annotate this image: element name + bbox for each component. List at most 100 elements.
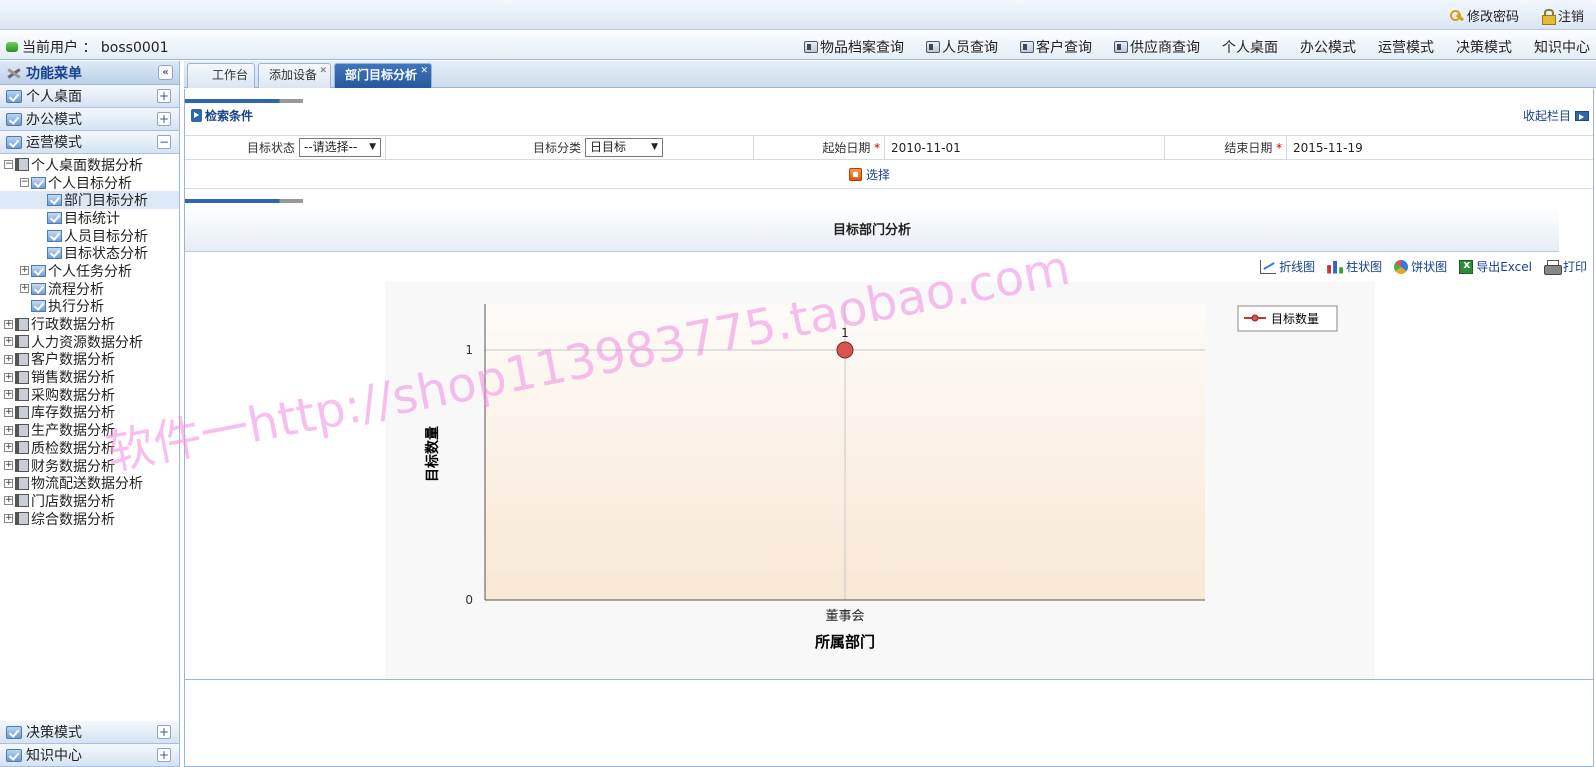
sidebar-section[interactable]: 决策模式 + bbox=[0, 721, 179, 744]
tree-node[interactable]: + 人力资源数据分析 bbox=[0, 333, 179, 351]
tree-node[interactable]: 人员目标分析 bbox=[0, 227, 179, 245]
tree-toggle-icon[interactable]: + bbox=[4, 478, 13, 488]
chart-tool-label: 折线图 bbox=[1279, 260, 1316, 274]
chart-tool-button[interactable]: 打印 bbox=[1543, 258, 1587, 275]
tree-node[interactable]: + 采购数据分析 bbox=[0, 386, 179, 404]
data-point[interactable] bbox=[836, 341, 854, 359]
nav-item-label: 客户查询 bbox=[1036, 40, 1092, 56]
sidebar-section[interactable]: 知识中心 + bbox=[0, 744, 179, 767]
book-icon bbox=[15, 441, 29, 455]
check-node-icon bbox=[31, 176, 46, 189]
change-password-link[interactable]: 修改密码 bbox=[1449, 6, 1519, 25]
tree-toggle-icon[interactable]: − bbox=[4, 160, 13, 170]
nav-item[interactable]: 供应商查询 bbox=[1114, 37, 1200, 57]
section-toggle-button[interactable]: + bbox=[157, 725, 171, 739]
logout-link[interactable]: 注销 bbox=[1541, 6, 1584, 25]
category-select[interactable]: 日目标 bbox=[585, 138, 663, 157]
status-select[interactable]: --请选择-- bbox=[299, 138, 381, 157]
tree-toggle-icon[interactable]: + bbox=[4, 390, 13, 400]
section-toggle-button[interactable]: + bbox=[157, 89, 171, 103]
tree-node[interactable]: + 个人任务分析 bbox=[0, 262, 179, 280]
sidebar-collapse-button[interactable]: « bbox=[158, 65, 173, 80]
tree-toggle-icon[interactable]: + bbox=[4, 407, 13, 417]
book-icon bbox=[15, 335, 29, 349]
tree-toggle-icon[interactable]: + bbox=[20, 266, 29, 276]
tree-toggle-icon[interactable]: + bbox=[4, 425, 13, 435]
tree-toggle-icon bbox=[36, 249, 45, 258]
section-toggle-button[interactable]: − bbox=[157, 135, 171, 149]
nav-item[interactable]: 人员查询 bbox=[926, 37, 998, 57]
tree-node[interactable]: + 销售数据分析 bbox=[0, 368, 179, 386]
tree-node[interactable]: 目标统计 bbox=[0, 209, 179, 227]
tree-node[interactable]: + 库存数据分析 bbox=[0, 404, 179, 421]
tree-node[interactable]: + 质检数据分析 bbox=[0, 439, 179, 457]
tree-node[interactable]: 部门目标分析 bbox=[0, 191, 179, 209]
nav-item[interactable]: 物品档案查询 bbox=[804, 37, 904, 57]
tree-toggle-icon[interactable]: + bbox=[4, 354, 13, 364]
nav-item[interactable]: 决策模式 bbox=[1456, 37, 1512, 57]
tree-toggle-icon[interactable]: + bbox=[4, 337, 13, 347]
tree-node[interactable]: + 门店数据分析 bbox=[0, 492, 179, 510]
check-folder-icon bbox=[6, 748, 22, 762]
key-icon bbox=[1449, 9, 1464, 23]
nav-item[interactable]: 个人桌面 bbox=[1222, 37, 1278, 57]
tree-toggle-icon[interactable]: + bbox=[4, 372, 13, 382]
tree-node[interactable]: 执行分析 bbox=[0, 298, 179, 315]
chart-tool-button[interactable]: 饼状图 bbox=[1394, 258, 1447, 275]
search-conditions-title[interactable]: 检索条件 bbox=[191, 107, 253, 124]
chart-tool-label: 打印 bbox=[1562, 260, 1587, 274]
sidebar-section[interactable]: 个人桌面 + bbox=[0, 85, 179, 108]
end-date-field[interactable]: 2015-11-19 bbox=[1287, 136, 1593, 160]
tab-label: 添加设备 bbox=[269, 68, 318, 82]
end-date-label-cell: 结束日期 * bbox=[1165, 136, 1287, 160]
section-toggle-button[interactable]: + bbox=[157, 748, 171, 762]
chart-tool-button[interactable]: 柱状图 bbox=[1327, 258, 1382, 275]
nav-item[interactable]: 办公模式 bbox=[1300, 37, 1356, 57]
tree-node[interactable]: − 个人目标分析 bbox=[0, 174, 179, 192]
book-icon bbox=[15, 388, 29, 402]
lock-icon bbox=[1541, 8, 1556, 25]
sidebar-title: 功能菜单 bbox=[26, 65, 82, 82]
tree-node[interactable]: + 综合数据分析 bbox=[0, 510, 179, 528]
chart-tool-button[interactable]: 折线图 bbox=[1260, 258, 1315, 275]
tree-node[interactable]: + 流程分析 bbox=[0, 280, 179, 298]
top-links: 修改密码 注销 bbox=[1449, 6, 1584, 25]
tree-toggle-icon[interactable]: − bbox=[20, 178, 29, 188]
legend[interactable]: 目标数量 bbox=[1237, 305, 1338, 332]
collapse-section-link[interactable]: 收起栏目 bbox=[1523, 107, 1589, 124]
sidebar-section[interactable]: 运营模式 − bbox=[0, 131, 179, 154]
tree-toggle-icon[interactable]: + bbox=[4, 461, 13, 471]
nav-item[interactable]: 客户查询 bbox=[1020, 37, 1092, 57]
close-icon[interactable]: ✕ bbox=[420, 60, 428, 83]
tree-node[interactable]: 目标状态分析 bbox=[0, 244, 179, 262]
tree-toggle-icon[interactable]: + bbox=[20, 284, 29, 294]
section-toggle-button[interactable]: + bbox=[157, 112, 171, 126]
chart-section-title: 目标部门分析 bbox=[832, 223, 911, 238]
close-icon[interactable]: ✕ bbox=[319, 60, 327, 83]
tree-node[interactable]: + 生产数据分析 bbox=[0, 421, 179, 439]
tree-node[interactable]: − 个人桌面数据分析 bbox=[0, 156, 179, 174]
tab[interactable]: 部门目标分析 ✕ bbox=[334, 63, 432, 88]
tree-node[interactable]: + 物流配送数据分析 bbox=[0, 474, 179, 492]
nav-item[interactable]: 运营模式 bbox=[1378, 37, 1434, 57]
nav-item-label: 人员查询 bbox=[942, 40, 998, 56]
start-date-field[interactable]: 2010-11-01 bbox=[885, 136, 1165, 160]
tree-toggle-icon[interactable]: + bbox=[4, 443, 13, 453]
tree-node[interactable]: + 财务数据分析 bbox=[0, 457, 179, 475]
book-icon bbox=[15, 158, 29, 172]
tab[interactable]: 工作台 bbox=[187, 63, 255, 88]
tree-toggle-icon[interactable]: + bbox=[4, 496, 13, 506]
tree-toggle-icon[interactable]: + bbox=[4, 514, 13, 524]
nav-item[interactable]: 知识中心 bbox=[1534, 37, 1590, 57]
tree-node[interactable]: + 行政数据分析 bbox=[0, 315, 179, 333]
excel-icon bbox=[1459, 258, 1474, 274]
tree-toggle-icon bbox=[36, 231, 45, 240]
sidebar-section[interactable]: 办公模式 + bbox=[0, 108, 179, 131]
book-icon bbox=[15, 352, 29, 366]
tab[interactable]: 添加设备 ✕ bbox=[258, 63, 331, 88]
sidebar-header: 功能菜单 « bbox=[0, 61, 179, 85]
tree-node[interactable]: + 客户数据分析 bbox=[0, 351, 179, 368]
chart-tool-button[interactable]: 导出Excel bbox=[1459, 258, 1532, 275]
select-button[interactable]: 选择 bbox=[849, 166, 890, 183]
tree-toggle-icon[interactable]: + bbox=[4, 319, 13, 329]
